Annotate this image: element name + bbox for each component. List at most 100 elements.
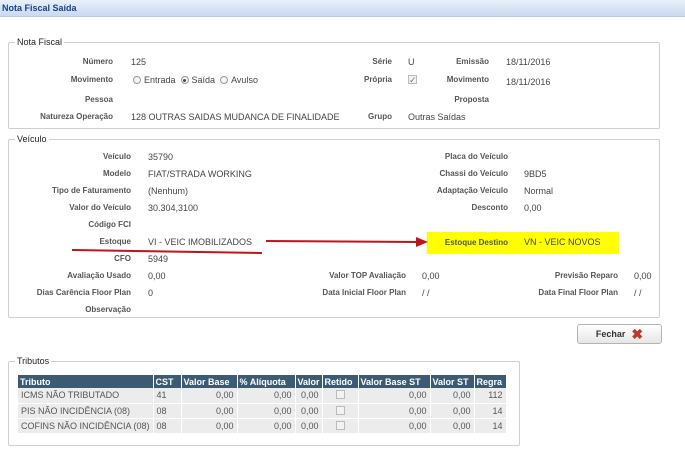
cell-tributo: PIS NÃO INCIDÊNCIA (08): [18, 403, 154, 419]
valor-label: Valor do Veículo: [69, 203, 131, 212]
propria-label: Própria: [363, 75, 392, 84]
emissao-value[interactable]: 18/11/2016: [506, 55, 550, 69]
aval-usado-value[interactable]: 0,00: [148, 269, 166, 283]
close-icon: ✖: [631, 326, 644, 342]
cell-retido: [322, 403, 359, 419]
obs-label: Observação: [85, 305, 131, 314]
radio-saida-label: Saída: [191, 75, 216, 85]
fechar-label: Fechar: [595, 329, 626, 339]
cell-retido: [322, 418, 359, 434]
chassi-value[interactable]: 9BD5: [524, 167, 547, 181]
fechar-button[interactable]: Fechar ✖: [577, 324, 662, 344]
cell-regra: 14: [474, 403, 507, 419]
movimento-radio-group: Entrada Saída Avulso: [133, 73, 258, 87]
tipo-fat-value[interactable]: (Nenhum): [148, 184, 188, 198]
radio-avulso-label: Avulso: [231, 75, 258, 85]
window-title: Nota Fiscal Saída: [0, 0, 685, 17]
movimento-label: Movimento: [70, 75, 113, 84]
adaptacao-value[interactable]: Normal: [524, 184, 553, 198]
dias-value[interactable]: 0: [148, 286, 153, 300]
propria-checkbox[interactable]: [408, 73, 417, 87]
data-fim-value[interactable]: / /: [634, 286, 642, 300]
col-regra[interactable]: Regra: [474, 375, 507, 388]
col-retido[interactable]: Retido: [322, 375, 359, 388]
col-valor-base-st[interactable]: Valor Base ST: [358, 375, 431, 388]
radio-saida[interactable]: Saída: [180, 75, 216, 85]
retido-checkbox[interactable]: [335, 390, 345, 400]
veiculo-value[interactable]: 35790: [148, 150, 173, 164]
col-valor[interactable]: Valor: [295, 375, 323, 388]
modelo-value[interactable]: FIAT/STRADA WORKING: [148, 167, 252, 181]
radio-entrada-circle[interactable]: [133, 76, 141, 84]
cfo-value[interactable]: 5949: [148, 252, 168, 266]
col-cst[interactable]: CST: [153, 375, 182, 388]
tributos-table: Tributo CST Valor Base % Alíquota Valor …: [18, 375, 507, 434]
tributos-header-row: Tributo CST Valor Base % Alíquota Valor …: [18, 375, 507, 388]
cell-retido: [322, 388, 359, 404]
cell-tributo: ICMS NÃO TRIBUTADO: [18, 388, 154, 404]
retido-checkbox[interactable]: [335, 420, 345, 430]
table-row[interactable]: ICMS NÃO TRIBUTADO 41 0,00 0,00 0,00 0,0…: [18, 388, 507, 404]
desconto-label: Desconto: [471, 203, 508, 212]
cell-aliquota: 0,00: [237, 403, 296, 419]
cell-regra: 14: [474, 418, 507, 434]
cell-valor-st: 0,00: [430, 388, 475, 404]
serie-label: Série: [372, 57, 392, 66]
radio-avulso[interactable]: Avulso: [220, 75, 258, 85]
valor-value[interactable]: 30.304,3100: [148, 201, 198, 215]
numero-value[interactable]: 125: [131, 55, 146, 69]
pessoa-label: Pessoa: [84, 95, 113, 104]
placa-label: Placa do Veículo: [444, 152, 508, 161]
cell-valor: 0,00: [295, 418, 323, 434]
cfo-label: CFO: [114, 254, 131, 263]
cell-valor-st: 0,00: [430, 403, 475, 419]
data-ini-label: Data Inicial Floor Plan: [322, 288, 406, 297]
radio-entrada[interactable]: Entrada: [133, 75, 176, 85]
cell-valor: 0,00: [295, 388, 323, 404]
grupo-value[interactable]: Outras Saídas: [408, 110, 466, 124]
modelo-label: Modelo: [103, 169, 131, 178]
tributos-legend: Tributos: [17, 356, 50, 366]
dias-label: Dias Carência Floor Plan: [36, 288, 131, 297]
estoque-destino-value[interactable]: VN - VEIC NOVOS: [524, 235, 601, 249]
tipo-fat-label: Tipo de Faturamento: [52, 186, 131, 195]
data-ini-value[interactable]: / /: [422, 286, 430, 300]
fci-label: Código FCI: [88, 220, 131, 229]
movimento2-value[interactable]: 18/11/2016: [506, 75, 550, 89]
col-valor-base[interactable]: Valor Base: [181, 375, 238, 388]
valor-top-value[interactable]: 0,00: [422, 269, 440, 283]
valor-top-label: Valor TOP Avaliação: [329, 271, 406, 280]
cell-valor: 0,00: [295, 403, 323, 419]
cell-valor-base: 0,00: [181, 388, 238, 404]
cell-aliquota: 0,00: [237, 388, 296, 404]
radio-avulso-circle[interactable]: [220, 76, 229, 84]
radio-saida-circle[interactable]: [180, 76, 189, 84]
cell-valor-st: 0,00: [430, 418, 475, 434]
nota-fiscal-legend: Nota Fiscal: [17, 37, 63, 47]
estoque-value[interactable]: VI - VEIC IMOBILIZADOS: [148, 235, 252, 249]
cell-valor-base: 0,00: [181, 418, 238, 434]
cell-valor-base: 0,00: [181, 403, 238, 419]
adaptacao-label: Adaptação Veículo: [436, 186, 508, 195]
table-row[interactable]: COFINS NÃO INCIDÊNCIA (08) 08 0,00 0,00 …: [18, 418, 507, 434]
grupo-label: Grupo: [368, 112, 392, 121]
estoque-label: Estoque: [99, 237, 131, 246]
cell-tributo: COFINS NÃO INCIDÊNCIA (08): [18, 418, 154, 434]
data-fim-label: Data Final Floor Plan: [538, 288, 618, 297]
desconto-value[interactable]: 0,00: [524, 201, 542, 215]
col-aliquota[interactable]: % Alíquota: [237, 375, 296, 388]
previsao-label: Previsão Reparo: [554, 271, 618, 280]
serie-value[interactable]: U: [408, 55, 415, 69]
natureza-value[interactable]: 128 OUTRAS SAIDAS MUDANCA DE FINALIDADE: [131, 110, 340, 124]
estoque-destino-label: Estoque Destino: [444, 238, 508, 247]
col-tributo[interactable]: Tributo: [18, 375, 154, 388]
previsao-value[interactable]: 0,00: [634, 269, 652, 283]
retido-checkbox[interactable]: [335, 405, 345, 415]
movimento2-label: Movimento: [446, 75, 489, 84]
veiculo-label: Veículo: [102, 152, 131, 161]
table-row[interactable]: PIS NÃO INCIDÊNCIA (08) 08 0,00 0,00 0,0…: [18, 403, 507, 419]
cell-cst: 08: [153, 418, 182, 434]
col-valor-st[interactable]: Valor ST: [430, 375, 475, 388]
chassi-label: Chassi do Veículo: [439, 169, 508, 178]
cell-cst: 41: [153, 388, 182, 404]
